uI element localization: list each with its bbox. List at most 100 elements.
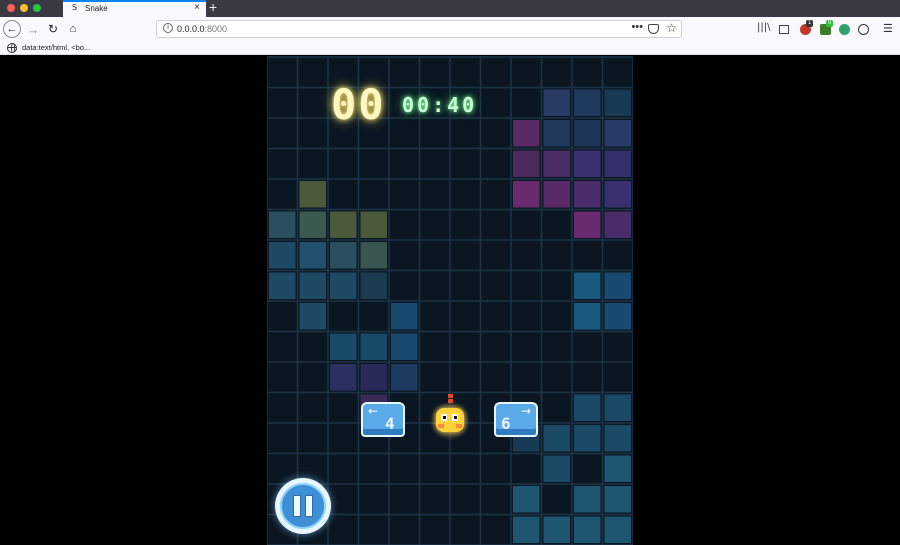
forward-button[interactable]: → xyxy=(24,20,42,38)
reload-button[interactable]: ↻ xyxy=(44,20,62,38)
board-tile xyxy=(391,303,418,330)
pause-bar xyxy=(293,495,301,517)
game-board[interactable]: 00 00:40 ← 4 → 6 xyxy=(267,56,633,545)
library-icon[interactable]: |||\ xyxy=(757,22,770,33)
board-tile xyxy=(574,394,601,421)
snake-cheek xyxy=(456,424,462,428)
back-button[interactable]: ← xyxy=(3,20,21,38)
pause-bar xyxy=(305,495,313,517)
key-number: 4 xyxy=(385,414,395,433)
score-display: 00 xyxy=(331,80,386,129)
new-tab-button[interactable]: + xyxy=(209,0,217,15)
tab-favicon-icon: S xyxy=(72,3,78,12)
key-number: 6 xyxy=(501,414,511,433)
board-tile xyxy=(391,333,418,360)
board-tile xyxy=(360,333,387,360)
board-tile xyxy=(360,272,387,299)
extension-round-icon[interactable] xyxy=(839,24,850,35)
board-tile xyxy=(543,150,570,177)
board-tile xyxy=(604,425,631,452)
board-tile xyxy=(513,120,540,147)
url-bar[interactable]: i 0.0.0.0:8000 ••• ☆ xyxy=(156,20,682,38)
board-tile xyxy=(513,150,540,177)
bookmark-star-icon[interactable]: ☆ xyxy=(666,21,677,35)
pause-button[interactable] xyxy=(275,478,331,534)
board-tile xyxy=(513,516,540,543)
snake-face xyxy=(436,408,464,432)
board-tile xyxy=(574,486,601,513)
arrow-right-icon: → xyxy=(520,404,531,418)
extension-badge: 0 xyxy=(826,20,834,27)
board-tile xyxy=(269,272,296,299)
board-tile xyxy=(543,120,570,147)
globe-icon xyxy=(7,43,17,53)
hamburger-menu-icon[interactable]: ☰ xyxy=(883,22,893,35)
board-tile xyxy=(330,242,357,269)
turn-right-key[interactable]: → 6 xyxy=(494,402,538,440)
board-tile xyxy=(543,425,570,452)
board-tile xyxy=(299,181,326,208)
board-tile xyxy=(604,272,631,299)
board-tile xyxy=(360,242,387,269)
maximize-window-button[interactable] xyxy=(33,4,41,12)
board-tile xyxy=(360,364,387,391)
minimize-window-button[interactable] xyxy=(20,4,28,12)
board-tile xyxy=(543,516,570,543)
board-tile xyxy=(604,181,631,208)
board-tile xyxy=(299,242,326,269)
board-tile xyxy=(604,394,631,421)
url-text[interactable]: 0.0.0.0:8000 xyxy=(177,24,227,34)
board-tile xyxy=(299,272,326,299)
board-tile xyxy=(299,303,326,330)
board-tile xyxy=(574,89,601,116)
snake-cheek xyxy=(438,424,444,428)
pocket-icon[interactable] xyxy=(648,24,659,34)
board-tile xyxy=(269,211,296,238)
board-tile xyxy=(330,333,357,360)
timer-display: 00:40 xyxy=(402,93,478,117)
board-tile xyxy=(543,181,570,208)
board-tile xyxy=(604,303,631,330)
tab-bar: S Snake × + xyxy=(0,0,900,17)
board-tile xyxy=(604,120,631,147)
board-tile xyxy=(330,364,357,391)
board-tile xyxy=(269,242,296,269)
board-tile xyxy=(604,211,631,238)
snake-eye xyxy=(452,414,458,421)
board-tile xyxy=(543,89,570,116)
board-tile xyxy=(299,211,326,238)
board-tile xyxy=(574,150,601,177)
arrow-left-icon: ← xyxy=(368,404,379,418)
status-text: data:text/html, <bo... xyxy=(22,43,91,52)
board-tile xyxy=(574,516,601,543)
board-tile xyxy=(574,120,601,147)
game-viewport: 00 00:40 ← 4 → 6 xyxy=(0,56,900,545)
board-tile xyxy=(604,486,631,513)
board-tile xyxy=(574,303,601,330)
home-button[interactable]: ⌂ xyxy=(64,20,82,38)
snake-crest xyxy=(446,394,454,408)
sidebar-icon[interactable] xyxy=(779,25,789,34)
board-tile xyxy=(330,272,357,299)
snake-head-icon xyxy=(430,394,470,440)
close-window-button[interactable] xyxy=(7,4,15,12)
extension-badge: 1 xyxy=(806,20,814,27)
board-tile xyxy=(604,89,631,116)
board-tile xyxy=(604,516,631,543)
turn-left-key[interactable]: ← 4 xyxy=(361,402,405,440)
site-info-icon[interactable]: i xyxy=(163,23,173,33)
page-actions-icon[interactable]: ••• xyxy=(631,21,643,33)
board-tile xyxy=(574,181,601,208)
tab-title: Snake xyxy=(85,4,108,13)
board-tile xyxy=(360,211,387,238)
board-tile xyxy=(574,425,601,452)
board-tile xyxy=(513,486,540,513)
account-icon[interactable] xyxy=(858,24,869,35)
tab-snake[interactable]: S Snake × xyxy=(63,0,206,17)
snake-eye xyxy=(441,414,447,421)
close-tab-icon[interactable]: × xyxy=(194,2,200,13)
board-tile xyxy=(574,272,601,299)
status-row: data:text/html, <bo... xyxy=(0,41,900,55)
board-tile xyxy=(391,364,418,391)
board-tile xyxy=(513,181,540,208)
